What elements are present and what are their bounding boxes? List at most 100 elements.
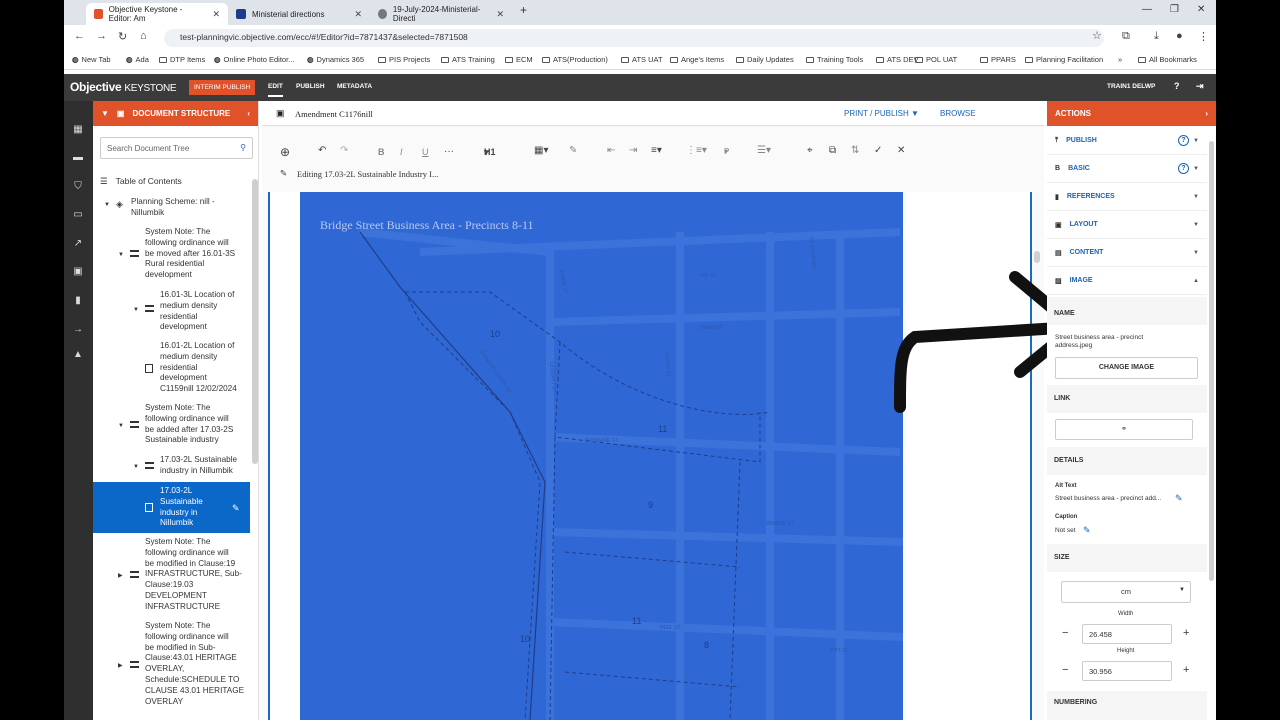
panel-basic[interactable]: B BASIC ? ▼ bbox=[1047, 155, 1207, 183]
search-document-tree-input[interactable]: Search Document Tree ⚲ bbox=[100, 137, 253, 159]
bookmark-item[interactable]: Ange's Items bbox=[670, 55, 724, 64]
chevron-down-icon[interactable]: ▼ bbox=[118, 250, 124, 261]
panel-image[interactable]: ▨ IMAGE ▲ bbox=[1047, 267, 1207, 295]
editor-scrollbar[interactable] bbox=[1034, 251, 1040, 263]
tree-item-17-03-2l-parent[interactable]: ▼ 17.03-2L Sustainable industry in Nillu… bbox=[133, 455, 237, 477]
change-image-button[interactable]: CHANGE IMAGE bbox=[1055, 357, 1198, 379]
nav-publish[interactable]: PUBLISH bbox=[296, 83, 325, 90]
tree-item-16-01-3l[interactable]: ▼ 16.01-3L Location of medium density re… bbox=[133, 290, 234, 333]
collapse-left-icon[interactable]: ‹ bbox=[247, 109, 250, 118]
chevron-right-icon[interactable]: ▶ bbox=[118, 571, 123, 582]
search-icon[interactable]: ⚲ bbox=[240, 143, 246, 152]
chevron-right-icon[interactable]: ▶ bbox=[118, 661, 123, 672]
bookmark-item[interactable]: ATS UAT bbox=[621, 55, 663, 64]
tree-item-16-01-2l[interactable]: 16.01-2L Location of medium density resi… bbox=[145, 341, 237, 395]
bookmark-item[interactable]: Daily Updates bbox=[736, 55, 794, 64]
table-of-contents[interactable]: ☰ Table of Contents bbox=[100, 176, 182, 187]
folder-icon[interactable]: ▬ bbox=[73, 153, 83, 163]
height-input[interactable]: 30.956 bbox=[1082, 661, 1172, 681]
paragraph-select[interactable]: P ▾ bbox=[724, 147, 729, 156]
chevron-down-icon[interactable]: ▼ bbox=[133, 305, 139, 316]
crosshair-icon[interactable]: ⌖ bbox=[807, 145, 813, 156]
bookmark-item[interactable]: POL UAT bbox=[915, 55, 957, 64]
more-formatting-icon[interactable]: ··· bbox=[444, 146, 454, 157]
check-icon[interactable]: ✓ bbox=[874, 145, 882, 156]
tree-item-system-note-3[interactable]: ▶ System Note: The following ordinance w… bbox=[118, 537, 242, 613]
heading-select[interactable]: H1 ▾ bbox=[484, 147, 496, 158]
bookmark-item[interactable]: ◍ Ada bbox=[126, 55, 149, 64]
minimize-icon[interactable]: — bbox=[1142, 4, 1152, 15]
help-circle-icon[interactable]: ? bbox=[1178, 163, 1189, 174]
height-increment-icon[interactable]: + bbox=[1183, 664, 1189, 676]
bookmark-item[interactable]: DTP Items bbox=[159, 55, 205, 64]
graduation-cap-icon[interactable]: ▲ bbox=[73, 350, 83, 360]
panel-layout[interactable]: ▣ LAYOUT ▼ bbox=[1047, 211, 1207, 239]
chevron-down-icon[interactable]: ▼ bbox=[118, 421, 124, 432]
tree-item-system-note-2[interactable]: ▼ System Note: The following ordinance w… bbox=[118, 403, 233, 446]
back-icon[interactable]: ← bbox=[74, 30, 85, 42]
panel-references[interactable]: ▮ REFERENCES ▼ bbox=[1047, 183, 1207, 211]
numbered-list-icon[interactable]: ⋮≡▾ bbox=[686, 145, 707, 156]
bookmark-item[interactable]: ATS DEV bbox=[876, 55, 919, 64]
bookmark-item[interactable]: ◍ Dynamics 365 bbox=[307, 55, 364, 64]
table-icon[interactable]: ▦▾ bbox=[534, 145, 548, 156]
inbox-icon[interactable]: ▭ bbox=[73, 210, 83, 220]
paint-brush-icon[interactable]: ✎ bbox=[569, 145, 577, 156]
bookmark-item[interactable]: PIS Projects bbox=[378, 55, 430, 64]
new-tab-icon[interactable]: + bbox=[520, 3, 527, 17]
browser-tab-keystone[interactable]: Objective Keystone - Editor: Am ✕ bbox=[86, 3, 228, 25]
copy-icon[interactable]: ⧉ bbox=[829, 145, 836, 156]
compare-icon[interactable]: ⇅ bbox=[851, 145, 859, 156]
close-tab-icon[interactable]: ✕ bbox=[496, 9, 504, 20]
width-decrement-icon[interactable]: − bbox=[1062, 627, 1068, 639]
bookmark-item[interactable]: ◍ New Tab bbox=[72, 55, 111, 64]
tree-scrollbar[interactable] bbox=[252, 179, 258, 464]
chevron-down-icon[interactable]: ▼ bbox=[101, 109, 109, 118]
bookmark-item[interactable]: PPARS bbox=[980, 55, 1016, 64]
close-icon[interactable]: ✕ bbox=[897, 145, 905, 156]
close-tab-icon[interactable]: ✕ bbox=[354, 9, 362, 20]
pencil-icon[interactable]: ✎ bbox=[232, 503, 240, 514]
tree-item-17-03-2l-selected[interactable]: 17.03-2L Sustainable industry in Nillumb… bbox=[145, 486, 240, 529]
forward-icon[interactable]: → bbox=[96, 30, 107, 42]
bookmark-item[interactable]: Training Tools bbox=[806, 55, 863, 64]
home-icon[interactable]: ⌂ bbox=[140, 30, 147, 42]
bookmark-item[interactable]: ATS(Production) bbox=[542, 55, 608, 64]
extensions-icon[interactable]: ⧉ bbox=[1122, 30, 1130, 43]
shield-icon[interactable]: ⛉ bbox=[73, 182, 83, 192]
external-link-icon[interactable]: ↗ bbox=[73, 239, 83, 249]
actions-scrollbar[interactable] bbox=[1209, 141, 1214, 581]
indent-increase-icon[interactable]: ⇥ bbox=[629, 145, 637, 156]
add-circle-icon[interactable]: ⊕ bbox=[280, 145, 290, 159]
close-tab-icon[interactable]: ✕ bbox=[212, 9, 220, 20]
url-field[interactable]: test-planningvic.objective.com/ecc/#!/Ed… bbox=[164, 29, 1104, 47]
edit-alt-text-icon[interactable]: ✎ bbox=[1175, 493, 1183, 504]
profile-icon[interactable]: ● bbox=[1176, 30, 1183, 42]
download-icon[interactable]: ⤓ bbox=[1154, 30, 1159, 43]
width-increment-icon[interactable]: + bbox=[1183, 627, 1189, 639]
tree-item-planning-scheme[interactable]: ▼ ◈ Planning Scheme: nill - Nillumbik bbox=[104, 197, 215, 219]
redo-icon[interactable]: ↷ bbox=[340, 145, 348, 156]
close-window-icon[interactable]: ✕ bbox=[1197, 4, 1205, 15]
chevron-down-icon[interactable]: ▼ bbox=[104, 200, 110, 211]
collapse-right-icon[interactable]: › bbox=[1205, 109, 1208, 118]
bookmark-item[interactable]: ECM bbox=[505, 55, 533, 64]
browse-button[interactable]: BROWSE bbox=[940, 109, 976, 118]
restore-icon[interactable]: ❐ bbox=[1170, 4, 1179, 15]
tree-item-system-note-4[interactable]: ▶ System Note: The following ordinance w… bbox=[118, 621, 244, 707]
reload-icon[interactable]: ↻ bbox=[118, 30, 127, 43]
window-icon[interactable]: ▣ bbox=[73, 267, 83, 277]
bookmark-item[interactable]: Planning Facilitation bbox=[1025, 55, 1103, 64]
arrow-right-icon[interactable]: → bbox=[73, 325, 83, 335]
dashboard-icon[interactable]: ▦ bbox=[73, 125, 83, 135]
bullet-list-icon[interactable]: ☰▾ bbox=[757, 145, 771, 156]
panel-publish[interactable]: ⤒ PUBLISH ? ▼ bbox=[1047, 127, 1207, 155]
panel-content[interactable]: ▤ CONTENT ▼ bbox=[1047, 239, 1207, 267]
indent-decrease-icon[interactable]: ⇤ bbox=[607, 145, 615, 156]
document-canvas[interactable]: 10 11 9 11 10 8 EVANS ST FAY ST SWAN ST … bbox=[268, 192, 1081, 720]
logout-icon[interactable]: ⇥ bbox=[1196, 81, 1204, 92]
height-decrement-icon[interactable]: − bbox=[1062, 664, 1068, 676]
all-bookmarks[interactable]: All Bookmarks bbox=[1138, 55, 1197, 64]
print-publish-button[interactable]: PRINT / PUBLISH ▼ bbox=[844, 109, 919, 118]
interim-publish-button[interactable]: INTERIM PUBLISH bbox=[189, 80, 256, 95]
